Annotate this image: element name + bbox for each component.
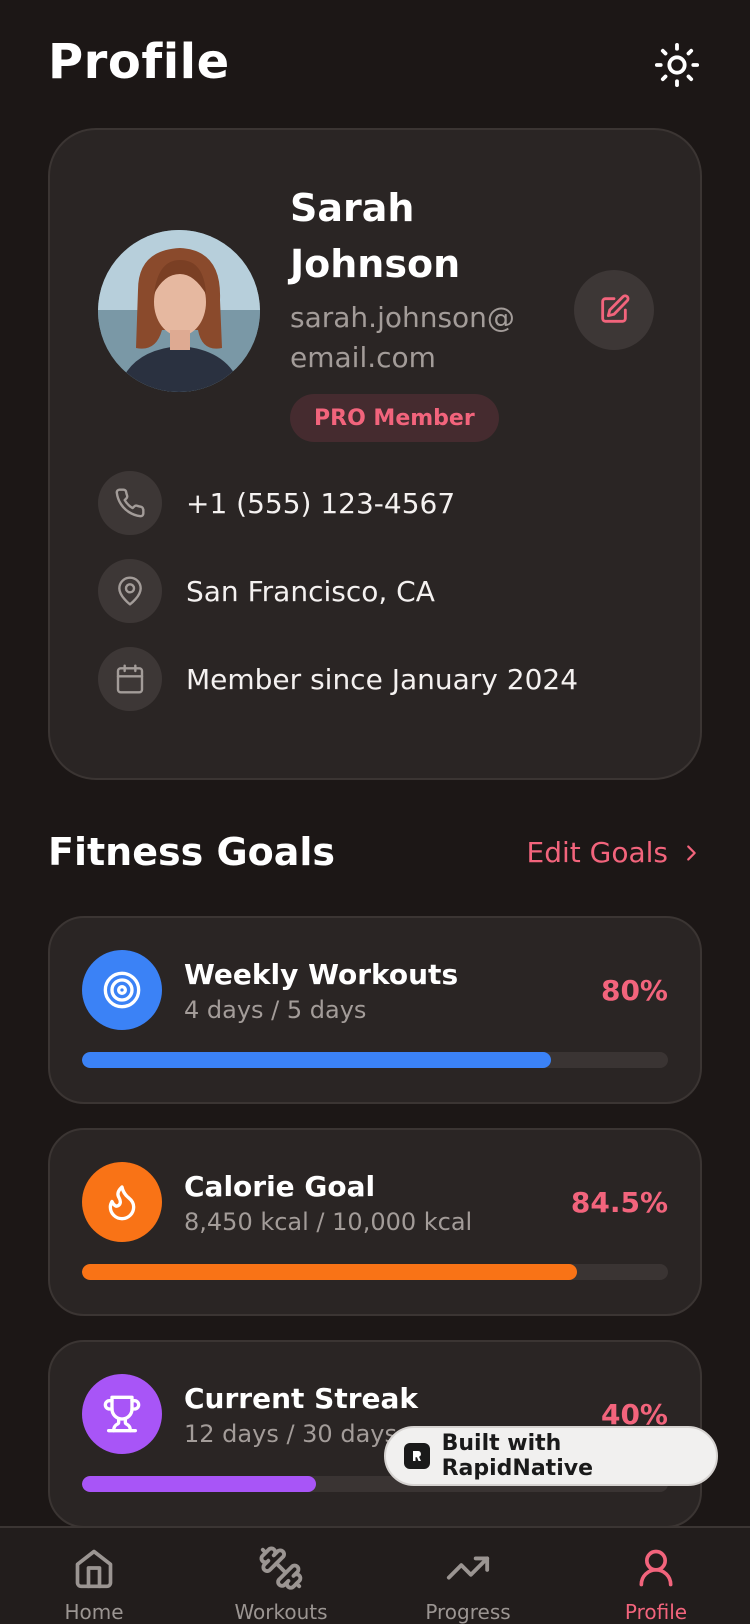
goal-title: Weekly Workouts bbox=[184, 958, 459, 991]
info-row-location: San Francisco, CA bbox=[98, 558, 435, 624]
section-title: Fitness Goals bbox=[48, 830, 336, 874]
user-email: sarah.johnson@email.com bbox=[290, 301, 515, 374]
nav-item-workouts[interactable]: Workouts bbox=[211, 1528, 351, 1624]
progress-fill bbox=[82, 1052, 551, 1068]
avatar-photo bbox=[98, 230, 260, 392]
progress-track bbox=[82, 1052, 668, 1068]
location-text: San Francisco, CA bbox=[186, 574, 435, 608]
goal-card-weekly-workouts[interactable]: Weekly Workouts 4 days / 5 days 80% bbox=[48, 916, 702, 1104]
nav-item-profile[interactable]: Profile bbox=[586, 1528, 726, 1624]
edit-profile-button[interactable] bbox=[574, 270, 654, 350]
chevron-right-icon bbox=[687, 844, 696, 861]
sun-icon bbox=[654, 42, 700, 88]
goal-subtitle: 8,450 kcal / 10,000 kcal bbox=[184, 1208, 473, 1236]
phone-number: +1 (555) 123-4567 bbox=[186, 486, 456, 520]
location-pin-icon bbox=[118, 576, 142, 606]
nav-label: Home bbox=[64, 1600, 124, 1624]
profile-screen: Profile Sarah Johnson sarah.johnson@emai… bbox=[0, 0, 750, 1624]
phone-icon bbox=[115, 488, 145, 518]
user-icon bbox=[639, 1549, 673, 1587]
info-row-phone: +1 (555) 123-4567 bbox=[98, 470, 455, 536]
member-since-text: Member since January 2024 bbox=[186, 662, 579, 696]
edit-goals-label: Edit Goals bbox=[526, 836, 668, 869]
built-with-badge[interactable]: Built with RapidNative bbox=[384, 1426, 718, 1486]
trophy-icon bbox=[103, 1395, 141, 1433]
progress-fill bbox=[82, 1476, 317, 1492]
goal-percent: 84.5% bbox=[570, 1186, 668, 1219]
avatar[interactable] bbox=[98, 230, 260, 392]
dumbbell-icon bbox=[259, 1546, 303, 1590]
rapidnative-logo-icon bbox=[404, 1443, 430, 1469]
goal-title: Calorie Goal bbox=[184, 1170, 376, 1203]
built-with-label: Built with RapidNative bbox=[441, 1431, 593, 1481]
calendar-icon bbox=[116, 664, 144, 694]
progress-fill bbox=[82, 1264, 578, 1280]
edit-goals-link[interactable]: Edit Goals bbox=[527, 836, 702, 869]
nav-item-progress[interactable]: Progress bbox=[398, 1528, 538, 1624]
goal-subtitle: 4 days / 5 days bbox=[184, 996, 367, 1024]
user-name: Sarah Johnson bbox=[290, 186, 461, 286]
progress-track bbox=[82, 1264, 668, 1280]
home-icon bbox=[75, 1549, 113, 1589]
page-title: Profile bbox=[48, 34, 230, 90]
goal-card-calorie[interactable]: Calorie Goal 8,450 kcal / 10,000 kcal 84… bbox=[48, 1128, 702, 1316]
flame-icon bbox=[108, 1185, 136, 1221]
goal-title: Current Streak bbox=[184, 1382, 419, 1415]
nav-label: Progress bbox=[425, 1600, 511, 1624]
profile-card: Sarah Johnson sarah.johnson@email.com PR… bbox=[48, 128, 702, 780]
theme-toggle-button[interactable] bbox=[652, 40, 702, 90]
nav-item-home[interactable]: Home bbox=[24, 1528, 164, 1624]
bottom-nav: Home Workouts Progress Profile bbox=[0, 1526, 750, 1624]
goal-subtitle: 12 days / 30 days bbox=[184, 1420, 397, 1448]
trending-up-icon bbox=[446, 1556, 490, 1580]
target-icon bbox=[103, 971, 141, 1009]
info-row-member-since: Member since January 2024 bbox=[98, 646, 578, 712]
membership-badge: PRO Member bbox=[290, 394, 499, 442]
header: Profile bbox=[48, 30, 702, 100]
edit-icon bbox=[601, 294, 630, 323]
nav-label: Profile bbox=[624, 1600, 688, 1624]
goal-percent: 80% bbox=[600, 974, 668, 1007]
nav-label: Workouts bbox=[234, 1600, 328, 1624]
